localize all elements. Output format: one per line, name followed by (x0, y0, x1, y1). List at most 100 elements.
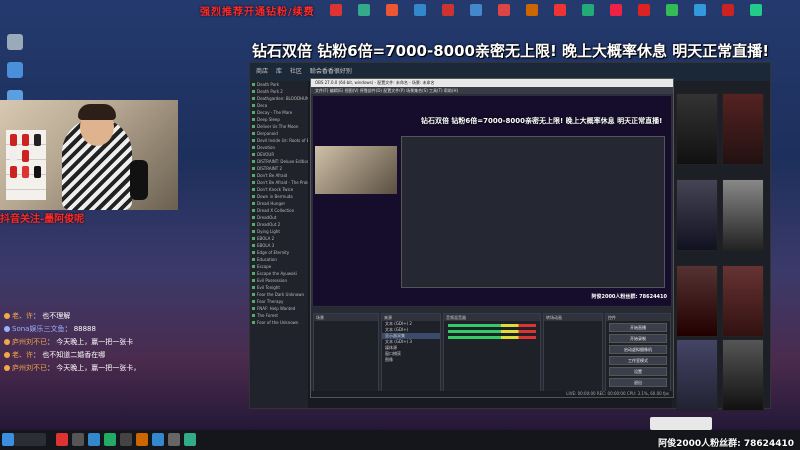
game-cover[interactable] (676, 93, 718, 165)
library-item[interactable]: Deep Sleep (250, 116, 308, 123)
game-cover[interactable] (722, 265, 764, 337)
game-cover[interactable] (722, 93, 764, 165)
tray-popup[interactable] (650, 417, 712, 430)
user-badge-icon (4, 326, 10, 332)
game-cover[interactable] (722, 179, 764, 251)
library-item[interactable]: Death Park 2 (250, 88, 308, 95)
taskbar-app-icon[interactable] (168, 433, 180, 446)
app-icon[interactable] (470, 4, 482, 16)
virtual-camera-button[interactable]: 启动虚拟摄像机 (609, 345, 667, 354)
start-icon[interactable] (2, 433, 14, 446)
game-cover[interactable] (722, 339, 764, 411)
steam-tab-store[interactable]: 商店 (256, 68, 268, 75)
obs-preview[interactable]: 钻石双倍 钻粉6倍=7000-8000亲密无上限! 晚上大概率休息 明天正常直播… (313, 96, 671, 306)
source-item[interactable]: 图像 (382, 357, 440, 363)
studio-mode-button[interactable]: 工作室模式 (609, 356, 667, 365)
start-streaming-button[interactable]: 开始直播 (609, 323, 667, 332)
menu-tools[interactable]: 工具(T) (429, 88, 443, 93)
taskbar-app-icon[interactable] (72, 433, 84, 446)
library-item[interactable]: Education (250, 256, 308, 263)
steam-tab-profile[interactable]: 聪会香香很好别 (310, 68, 352, 75)
library-item[interactable]: Evil Tonight (250, 284, 308, 291)
audio-meter[interactable] (448, 336, 536, 339)
preview-banner: 钻石双倍 钻粉6倍=7000-8000亲密无上限! 晚上大概率休息 明天正常直播… (421, 117, 663, 125)
library-item[interactable]: EBOLA 2 (250, 235, 308, 242)
menu-file[interactable]: 文件(F) (315, 88, 328, 93)
library-item[interactable]: EBOLA 3 (250, 242, 308, 249)
menu-view[interactable]: 视图(V) (345, 88, 359, 93)
obs-status-bar: LIVE: 00:00:00 REC: 00:00:00 CPU: 3.1%, … (311, 391, 673, 397)
taskbar-app-icon[interactable] (104, 433, 116, 446)
audio-meter[interactable] (448, 324, 536, 327)
library-item[interactable]: Deliver Us The Moon (250, 123, 308, 130)
game-cover[interactable] (676, 179, 718, 251)
library-item[interactable]: Fear Therapy (250, 298, 308, 305)
start-recording-button[interactable]: 开始录制 (609, 334, 667, 343)
game-cover[interactable] (676, 265, 718, 337)
app-icon[interactable] (386, 4, 398, 16)
library-item[interactable]: Decay - The Mare (250, 109, 308, 116)
menu-edit[interactable]: 编辑(E) (330, 88, 344, 93)
desktop-icon-recycle[interactable] (4, 34, 26, 58)
library-item[interactable]: DISTRAINT: Deluxe Edition (250, 158, 308, 165)
app-icon[interactable] (610, 4, 622, 16)
app-icon[interactable] (554, 4, 566, 16)
library-item[interactable]: Fear of the Unknown (250, 319, 308, 326)
menu-help[interactable]: 帮助(H) (444, 88, 458, 93)
library-item[interactable]: DreadOut (250, 214, 308, 221)
library-item[interactable]: Don't Be Afraid (250, 172, 308, 179)
menu-scene-collection[interactable]: 场景集合(S) (406, 88, 428, 93)
taskbar-app-icon[interactable] (88, 433, 100, 446)
app-icon[interactable] (498, 4, 510, 16)
library-item[interactable]: Derpanoid (250, 130, 308, 137)
library-item[interactable]: Dying Light (250, 228, 308, 235)
library-item[interactable]: Down in Bermuda (250, 193, 308, 200)
search-box[interactable] (14, 433, 46, 446)
follow-prompt: 抖音关注-墨阿俊呢 (0, 214, 85, 225)
app-icon[interactable] (694, 4, 706, 16)
app-icon[interactable] (414, 4, 426, 16)
library-item[interactable]: Dread Hunger (250, 200, 308, 207)
audio-meter[interactable] (448, 330, 536, 333)
library-item[interactable]: Edge of Eternity (250, 249, 308, 256)
exit-button[interactable]: 退出 (609, 378, 667, 387)
library-item[interactable]: Fear the Dark Unknown (250, 291, 308, 298)
taskbar-app-icon[interactable] (152, 433, 164, 446)
library-item[interactable]: DISTRAINT 2 (250, 165, 308, 172)
library-item[interactable]: FNAF: Help Wanted (250, 305, 308, 312)
app-icon[interactable] (750, 4, 762, 16)
menu-profile[interactable]: 配置文件(P) (383, 88, 405, 93)
library-item[interactable]: Deca (250, 102, 308, 109)
app-icon[interactable] (526, 4, 538, 16)
library-item[interactable]: Evil Possession (250, 277, 308, 284)
app-icon[interactable] (666, 4, 678, 16)
library-item[interactable]: The Forest (250, 312, 308, 319)
library-item[interactable]: DEVOUR (250, 151, 308, 158)
app-icon[interactable] (330, 4, 342, 16)
taskbar-app-icon[interactable] (184, 433, 196, 446)
library-item[interactable]: Devil Inside Us: Roots of Evil (250, 137, 308, 144)
taskbar-app-icon[interactable] (120, 433, 132, 446)
library-item[interactable]: Death Park (250, 81, 308, 88)
library-item[interactable]: DreadOut 2 (250, 221, 308, 228)
library-item[interactable]: Don't Knock Twice (250, 186, 308, 193)
library-item[interactable]: Escape the Ayuwoki (250, 270, 308, 277)
library-item[interactable]: Deathgarden: BLOODHUNT (250, 95, 308, 102)
app-icon[interactable] (358, 4, 370, 16)
library-item[interactable]: Don't Be Afraid - The Prologue (250, 179, 308, 186)
settings-button[interactable]: 设置 (609, 367, 667, 376)
figure (22, 134, 29, 146)
app-icon[interactable] (442, 4, 454, 16)
steam-tab-library[interactable]: 库 (276, 68, 282, 75)
taskbar-app-icon[interactable] (56, 433, 68, 446)
library-item[interactable]: Dread X Collection (250, 207, 308, 214)
taskbar-app-icon[interactable] (136, 433, 148, 446)
steam-tab-community[interactable]: 社区 (290, 68, 302, 75)
library-item[interactable]: Escape (250, 263, 308, 270)
game-cover[interactable] (676, 339, 718, 411)
menu-docks[interactable]: 停靠部件(D) (360, 88, 382, 93)
app-icon[interactable] (582, 4, 594, 16)
app-icon[interactable] (722, 4, 734, 16)
app-icon[interactable] (638, 4, 650, 16)
library-item[interactable]: Devotion (250, 144, 308, 151)
